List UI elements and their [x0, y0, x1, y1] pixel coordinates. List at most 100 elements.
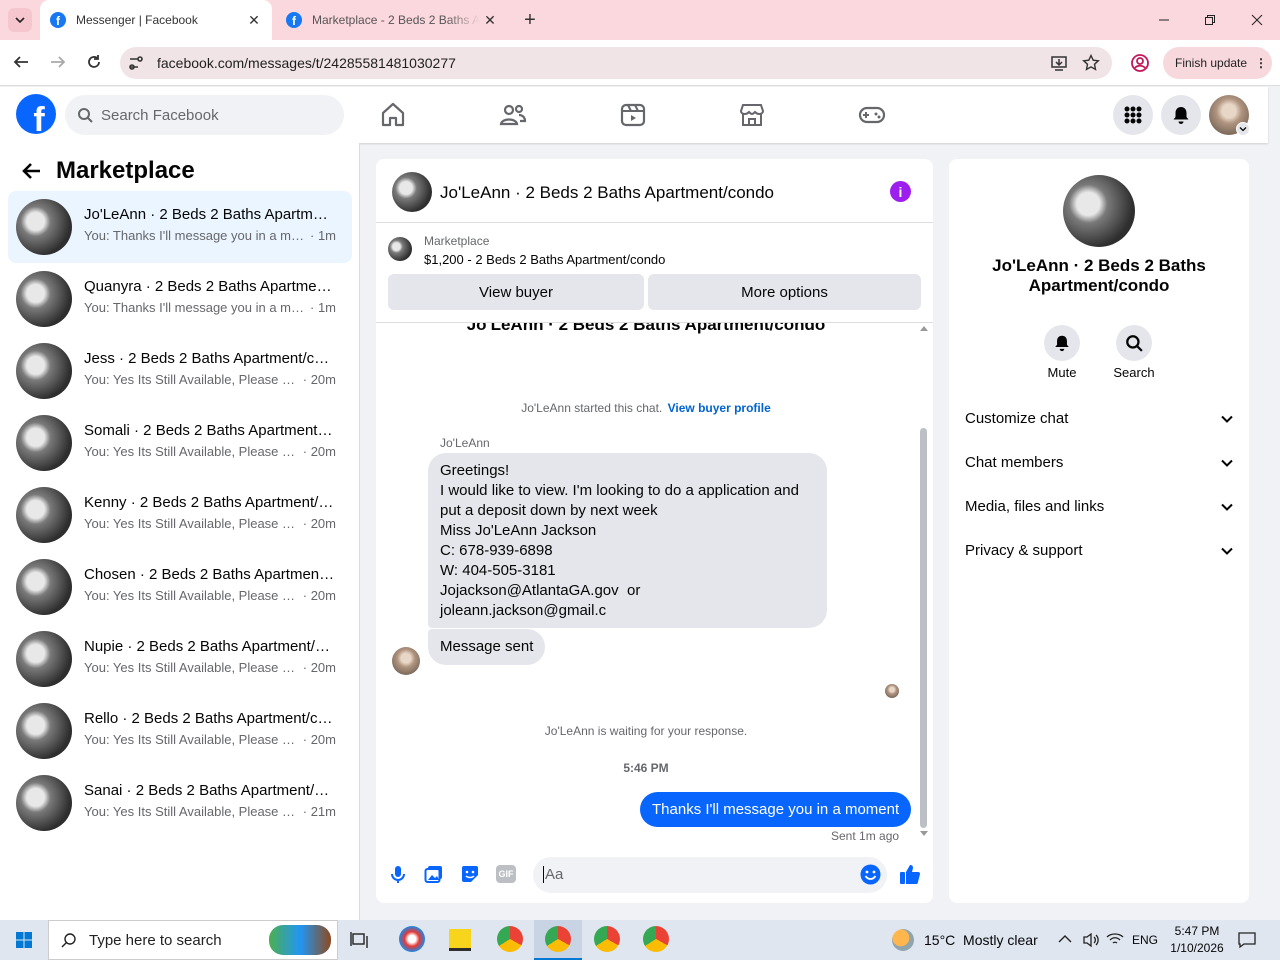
incoming-message[interactable]: Greetings! I would like to view. I'm look… [428, 453, 827, 628]
sticker-icon[interactable] [460, 864, 480, 884]
section-label: Media, files and links [965, 498, 1105, 515]
account-chevron-icon[interactable] [1236, 122, 1250, 136]
details-section[interactable]: Privacy & support [965, 542, 1233, 559]
taskbar-search-input[interactable]: Type here to search [48, 920, 338, 960]
taskbar-clock[interactable]: 5:47 PM 1/10/2026 [1162, 923, 1232, 957]
new-tab-button[interactable]: + [520, 10, 540, 30]
more-options-button[interactable]: More options [648, 274, 921, 310]
conversation-item[interactable]: Sanai · 2 Beds 2 Baths Apartment/condo Yo… [8, 767, 352, 839]
restore-button[interactable] [1187, 0, 1233, 40]
volume-icon[interactable] [1082, 932, 1100, 948]
conversation-name: Jo'LeAnn · 2 Beds 2 Baths Apartment/cond… [84, 206, 336, 223]
message-input[interactable]: Aa [533, 857, 887, 893]
tab-messenger[interactable]: f Messenger | Facebook ✕ [40, 0, 272, 40]
preview-time: · 1m [310, 300, 336, 315]
view-buyer-button[interactable]: View buyer [388, 274, 644, 310]
scroll-up-arrow[interactable] [920, 326, 928, 331]
tray-chevron-icon[interactable] [1058, 934, 1072, 944]
reload-button[interactable] [85, 53, 103, 71]
conversation-name: Sanai · 2 Beds 2 Baths Apartment/condo [84, 782, 336, 799]
emoji-icon[interactable] [860, 864, 881, 885]
conversation-item[interactable]: Nupie · 2 Beds 2 Baths Apartment/condo Yo… [8, 623, 352, 695]
gaming-icon[interactable] [857, 100, 887, 130]
language-indicator[interactable]: ENG [1132, 933, 1158, 947]
home-icon[interactable] [378, 100, 408, 130]
tab-search-button[interactable] [8, 8, 32, 32]
details-section[interactable]: Media, files and links [965, 498, 1233, 515]
details-section[interactable]: Chat members [965, 454, 1233, 471]
chrome-active-app-icon[interactable] [545, 926, 571, 952]
conversation-item[interactable]: Chosen · 2 Beds 2 Baths Apartment/condo Y… [8, 551, 352, 623]
weather-icon[interactable] [892, 929, 914, 951]
facebook-search-input[interactable]: Search Facebook [65, 95, 344, 135]
chevron-down-icon [15, 15, 25, 25]
conversation-item[interactable]: Jess · 2 Beds 2 Baths Apartment/condo You… [8, 335, 352, 407]
preview-time: · 21m [302, 804, 336, 819]
bell-icon [1171, 105, 1191, 125]
conversation-item[interactable]: Kenny · 2 Beds 2 Baths Apartment/condo Yo… [8, 479, 352, 551]
mute-button[interactable] [1044, 325, 1080, 361]
search-conversation-button[interactable] [1116, 325, 1152, 361]
listing-thumbnail[interactable] [388, 237, 412, 261]
preview-text: You: Thanks I'll message you in a moment [84, 300, 308, 315]
message-line: I would like to view. I'm looking to do … [440, 482, 799, 499]
preview-text: You: Yes Its Still Available, Please Sen… [84, 732, 301, 747]
facebook-logo-icon[interactable]: f [16, 94, 56, 134]
network-icon[interactable] [1106, 932, 1124, 948]
message-scrollbar[interactable] [918, 324, 930, 842]
chrome-app-icon[interactable] [497, 926, 523, 952]
sticky-notes-app-icon[interactable] [449, 929, 471, 951]
forward-button[interactable] [49, 53, 67, 71]
conversation-item[interactable]: Somali · 2 Beds 2 Baths Apartment/condo Y… [8, 407, 352, 479]
conversation-item[interactable]: Jo'LeAnn · 2 Beds 2 Baths Apartment/cond… [8, 191, 352, 263]
chrome-profile2-app-icon[interactable] [643, 926, 669, 952]
notifications-button[interactable] [1161, 95, 1201, 135]
notification-center-icon[interactable] [1238, 931, 1256, 949]
microphone-icon[interactable] [388, 864, 408, 884]
close-icon[interactable]: ✕ [244, 12, 264, 29]
bookmark-star-icon[interactable] [1082, 54, 1100, 72]
details-section[interactable]: Customize chat [965, 410, 1233, 427]
search-label: Search [1113, 365, 1155, 380]
windows-start-icon[interactable] [16, 932, 32, 948]
section-label: Privacy & support [965, 542, 1083, 559]
chrome-profile-app-icon[interactable] [594, 926, 620, 952]
preview-text: You: Yes Its Still Available, Please Sen… [84, 660, 301, 675]
conversation-preview: You: Yes Its Still Available, Please Sen… [84, 372, 336, 387]
like-icon[interactable] [899, 863, 921, 885]
install-app-icon[interactable] [1050, 54, 1068, 72]
video-icon[interactable] [618, 100, 648, 130]
weather-text[interactable]: 15°C Mostly clear [924, 932, 1038, 948]
menu-grid-button[interactable] [1113, 95, 1153, 135]
chat-title[interactable]: Jo'LeAnn · 2 Beds 2 Baths Apartment/cond… [440, 183, 774, 203]
outgoing-message[interactable]: Thanks I'll message you in a moment [640, 792, 912, 827]
back-arrow-icon[interactable] [22, 161, 42, 181]
scroll-down-arrow[interactable] [920, 831, 928, 836]
back-button[interactable] [12, 53, 30, 71]
gif-icon[interactable]: GIF [496, 865, 516, 883]
conversation-item[interactable]: Quanyra · 2 Beds 2 Baths Apartment/condo… [8, 263, 352, 335]
task-view-icon[interactable] [350, 931, 370, 949]
paint-app-icon[interactable] [399, 926, 425, 952]
incoming-message-short[interactable]: Message sent [428, 629, 546, 665]
marketplace-icon[interactable] [737, 100, 767, 130]
close-window-button[interactable] [1234, 0, 1280, 40]
listing-text[interactable]: $1,200 - 2 Beds 2 Baths Apartment/condo [424, 252, 665, 267]
details-avatar[interactable] [1063, 175, 1135, 247]
info-icon[interactable]: i [890, 181, 911, 202]
conversation-item[interactable]: Rello · 2 Beds 2 Baths Apartment/condo Yo… [8, 695, 352, 767]
view-buyer-profile-link[interactable]: View buyer profile [668, 401, 771, 415]
sender-avatar[interactable] [392, 647, 420, 675]
friends-icon[interactable] [498, 100, 528, 130]
tab-marketplace[interactable]: f Marketplace - 2 Beds 2 Baths Apartment… [276, 0, 508, 40]
photo-icon[interactable] [424, 864, 444, 884]
chat-avatar[interactable] [392, 172, 432, 212]
chat-started-notice: Jo'LeAnn started this chat. View buyer p… [376, 401, 916, 415]
close-icon[interactable]: ✕ [480, 12, 500, 29]
scrollbar-thumb[interactable] [920, 428, 927, 828]
profile-icon[interactable] [1130, 53, 1150, 73]
url-text[interactable]: facebook.com/messages/t/2428558148103027… [157, 55, 456, 71]
minimize-button[interactable] [1141, 0, 1187, 40]
site-info-icon[interactable] [127, 54, 145, 72]
finish-update-button[interactable]: Finish update ⋮ [1163, 47, 1272, 79]
